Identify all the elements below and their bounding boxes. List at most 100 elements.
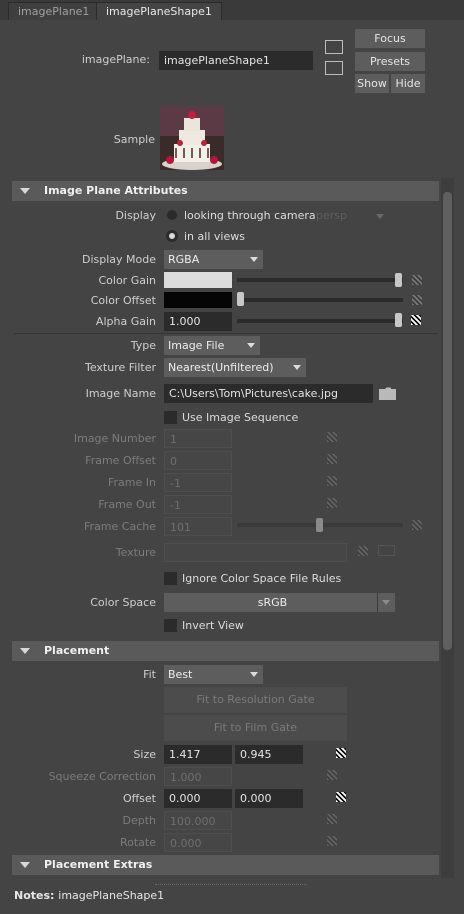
- collapse-arrow-icon: [20, 648, 30, 654]
- alpha-gain-field[interactable]: 1.000: [164, 312, 232, 331]
- frame-cache-field[interactable]: 101: [164, 517, 232, 536]
- image-number-map-icon[interactable]: [327, 432, 337, 442]
- offset-map-icon[interactable]: [336, 792, 346, 802]
- in-all-views-radio[interactable]: [166, 230, 178, 242]
- resize-handle[interactable]: [155, 884, 307, 885]
- color-offset-map-icon[interactable]: [412, 295, 422, 305]
- rotate-label: Rotate: [119, 836, 156, 849]
- texture-filter-label: Texture Filter: [84, 361, 156, 374]
- frame-offset-map-icon[interactable]: [327, 454, 337, 464]
- copy-tab-icon[interactable]: [325, 61, 343, 75]
- scrollbar-thumb[interactable]: [443, 192, 452, 650]
- type-value: Image File: [168, 339, 225, 352]
- texture-map-icon[interactable]: [358, 546, 368, 556]
- offset-y-field[interactable]: 0.000: [235, 789, 303, 808]
- offset-x-field[interactable]: 0.000: [164, 789, 232, 808]
- size-x-field[interactable]: 1.417: [164, 745, 232, 764]
- sample-label: Sample: [113, 133, 155, 146]
- ignore-color-space-label: Ignore Color Space File Rules: [182, 572, 342, 585]
- fit-to-resolution-gate-button[interactable]: Fit to Resolution Gate: [164, 687, 347, 713]
- looking-through-radio[interactable]: [167, 210, 177, 220]
- color-space-value: sRGB: [257, 596, 288, 609]
- type-dropdown[interactable]: Image File: [164, 336, 260, 355]
- camera-value: persp: [316, 209, 347, 222]
- color-space-dropdown[interactable]: sRGB: [164, 593, 395, 612]
- frame-in-field[interactable]: -1: [164, 473, 232, 492]
- alpha-gain-slider-track[interactable]: [237, 319, 403, 323]
- notes-bar: Notes: imagePlaneShape1: [14, 889, 164, 902]
- fit-to-film-gate-button[interactable]: Fit to Film Gate: [164, 715, 347, 741]
- image-number-field[interactable]: 1: [164, 429, 232, 448]
- color-gain-map-icon[interactable]: [412, 275, 422, 285]
- frame-in-map-icon[interactable]: [327, 476, 337, 486]
- imageplane-name-field[interactable]: imagePlaneShape1: [159, 51, 313, 70]
- chevron-down-icon: [247, 343, 255, 348]
- collapse-arrow-icon: [20, 862, 30, 868]
- color-gain-label: Color Gain: [98, 274, 156, 287]
- depth-map-icon[interactable]: [327, 814, 337, 824]
- section-image-plane-attributes[interactable]: Image Plane Attributes: [12, 181, 439, 201]
- use-image-sequence-checkbox[interactable]: [164, 411, 177, 424]
- color-gain-slider-handle[interactable]: [395, 273, 402, 287]
- display-mode-label: Display Mode: [81, 253, 156, 266]
- depth-field[interactable]: 100.000: [164, 811, 232, 830]
- offset-label: Offset: [122, 792, 156, 805]
- alpha-gain-map-icon[interactable]: [411, 315, 421, 325]
- squeeze-correction-field[interactable]: 1.000: [164, 767, 232, 786]
- display-label: Display: [115, 209, 156, 222]
- frame-cache-map-icon[interactable]: [412, 520, 422, 530]
- frame-out-field[interactable]: -1: [164, 495, 232, 514]
- presets-button[interactable]: Presets: [355, 52, 425, 71]
- hide-button[interactable]: Hide: [391, 74, 425, 93]
- fit-value: Best: [168, 668, 193, 681]
- chevron-down-icon: [250, 672, 258, 677]
- frame-offset-field[interactable]: 0: [164, 451, 232, 470]
- texture-label: Texture: [115, 546, 156, 559]
- invert-view-checkbox[interactable]: [164, 619, 177, 632]
- camera-dropdown[interactable]: persp: [316, 209, 388, 222]
- color-offset-slider-handle[interactable]: [237, 292, 244, 306]
- frame-out-map-icon[interactable]: [327, 498, 337, 508]
- color-offset-swatch[interactable]: [164, 292, 232, 308]
- focus-button[interactable]: Focus: [355, 29, 425, 48]
- texture-filter-value: Nearest(Unfiltered): [168, 361, 274, 374]
- color-space-label: Color Space: [90, 596, 156, 609]
- squeeze-correction-label: Squeeze Correction: [48, 770, 156, 783]
- section-placement-extras[interactable]: Placement Extras: [12, 855, 439, 875]
- color-offset-label: Color Offset: [90, 294, 156, 307]
- color-offset-slider-track[interactable]: [237, 298, 403, 302]
- frame-out-label: Frame Out: [98, 498, 156, 511]
- ignore-color-space-checkbox[interactable]: [164, 572, 177, 585]
- color-gain-swatch[interactable]: [164, 272, 232, 288]
- notes-label: Notes:: [14, 889, 55, 902]
- alpha-gain-slider-handle[interactable]: [395, 313, 402, 327]
- frame-cache-slider-handle[interactable]: [316, 518, 323, 532]
- texture-select-icon[interactable]: [378, 545, 395, 556]
- color-gain-slider-track[interactable]: [237, 278, 403, 282]
- folder-icon[interactable]: [379, 387, 396, 400]
- texture-filter-dropdown[interactable]: Nearest(Unfiltered): [164, 358, 306, 377]
- size-label: Size: [133, 748, 156, 761]
- size-y-field[interactable]: 0.945: [235, 745, 303, 764]
- rotate-field[interactable]: 0.000: [164, 833, 232, 852]
- show-button[interactable]: Show: [355, 74, 389, 93]
- frame-offset-label: Frame Offset: [85, 454, 156, 467]
- tab-imageplaneshape1[interactable]: imagePlaneShape1: [96, 2, 222, 20]
- texture-field[interactable]: [164, 543, 347, 562]
- size-map-icon[interactable]: [336, 748, 346, 758]
- image-number-label: Image Number: [73, 432, 156, 445]
- squeeze-map-icon[interactable]: [327, 770, 337, 780]
- chevron-down-icon: [382, 600, 390, 605]
- use-image-sequence-label: Use Image Sequence: [182, 411, 299, 424]
- fit-dropdown[interactable]: Best: [164, 665, 263, 684]
- section-placement[interactable]: Placement: [12, 641, 439, 661]
- chevron-down-icon: [376, 214, 384, 219]
- frame-cache-label: Frame Cache: [84, 520, 156, 533]
- image-name-field[interactable]: C:\Users\Tom\Pictures\cake.jpg: [164, 384, 373, 403]
- select-node-icon[interactable]: [325, 40, 343, 54]
- frame-in-label: Frame In: [108, 476, 156, 489]
- display-mode-dropdown[interactable]: RGBA: [164, 250, 263, 269]
- rotate-map-icon[interactable]: [327, 836, 337, 846]
- fit-label: Fit: [143, 668, 156, 681]
- tab-imageplane1[interactable]: imagePlane1: [8, 2, 100, 20]
